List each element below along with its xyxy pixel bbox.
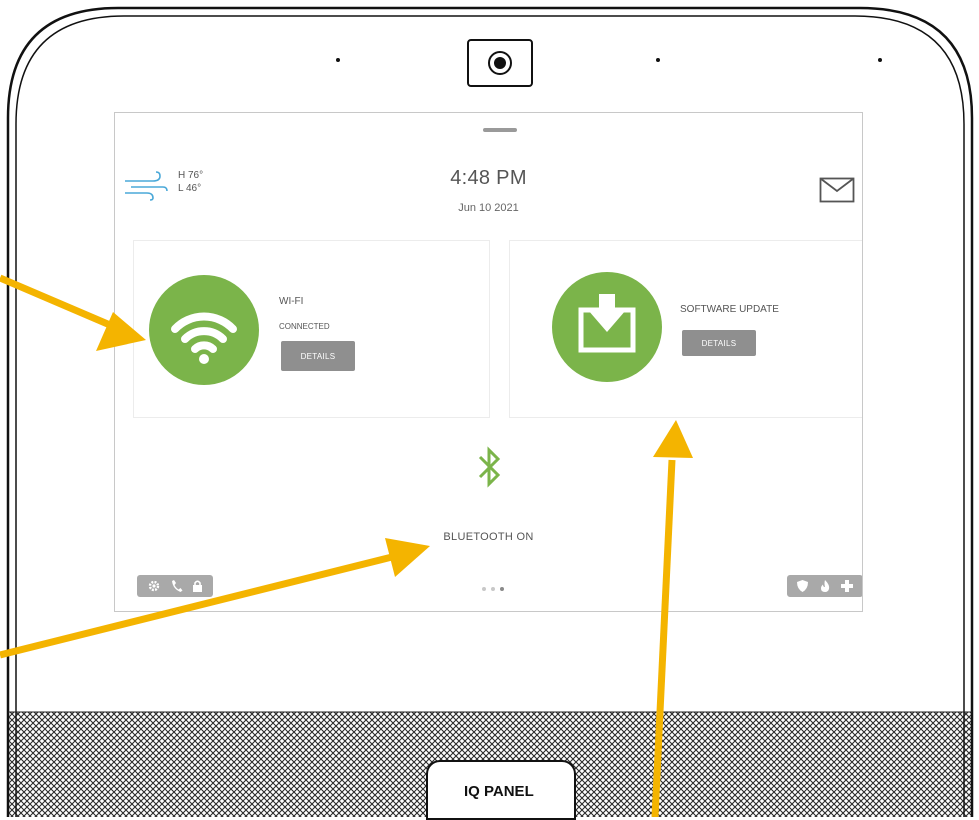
bluetooth-status: BLUETOOTH ON xyxy=(443,531,534,543)
page-dot[interactable] xyxy=(482,587,486,591)
wifi-details-button[interactable]: DETAILS xyxy=(281,341,355,371)
software-update-details-button[interactable]: DETAILS xyxy=(682,330,756,356)
page-dot-active[interactable] xyxy=(500,587,504,591)
wifi-card[interactable]: WI-FI CONNECTED DETAILS xyxy=(133,240,490,418)
clock-date: Jun 10 2021 xyxy=(458,202,519,214)
page-indicator[interactable] xyxy=(482,587,504,591)
shield-icon[interactable] xyxy=(796,579,809,593)
iq-panel-logo: IQ PANEL xyxy=(464,783,534,800)
panel-screen: H 76° L 46° 4:48 PM Jun 10 2021 WI-FI CO… xyxy=(114,112,863,612)
quick-access-right[interactable] xyxy=(787,575,862,597)
wifi-status: CONNECTED xyxy=(279,322,330,331)
fire-icon[interactable] xyxy=(819,579,831,593)
clock-time: 4:48 PM xyxy=(450,167,527,189)
bluetooth-icon[interactable] xyxy=(476,443,504,491)
pull-down-handle[interactable] xyxy=(483,128,517,132)
download-box-icon xyxy=(552,272,662,382)
medical-cross-icon[interactable] xyxy=(840,579,854,593)
iq-panel-logo-tab: IQ PANEL xyxy=(426,760,576,820)
wifi-icon xyxy=(149,275,259,385)
wifi-title: WI-FI xyxy=(279,296,304,307)
envelope-icon[interactable] xyxy=(819,177,855,203)
camera-icon xyxy=(466,38,534,88)
page-dot[interactable] xyxy=(491,587,495,591)
phone-icon[interactable] xyxy=(171,579,183,593)
software-update-card[interactable]: SOFTWARE UPDATE DETAILS xyxy=(509,240,862,418)
quick-access-left[interactable] xyxy=(137,575,213,597)
settings-icon[interactable] xyxy=(147,579,161,593)
lock-icon[interactable] xyxy=(192,579,203,593)
software-update-title: SOFTWARE UPDATE xyxy=(680,304,779,315)
